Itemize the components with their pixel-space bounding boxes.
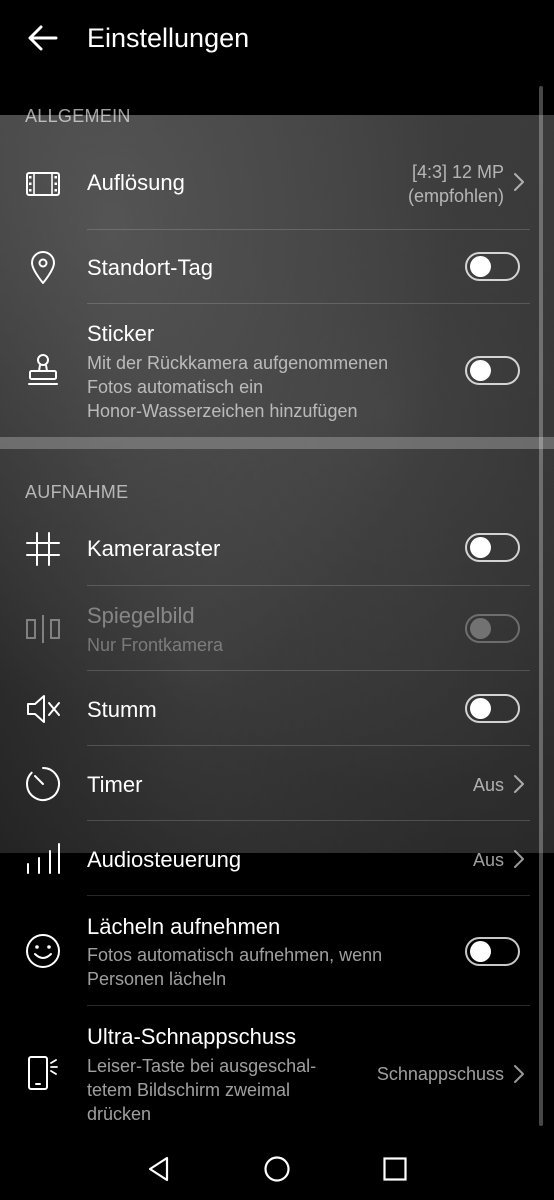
setting-label: Standort-Tag	[87, 255, 213, 280]
stamp-icon	[24, 351, 62, 389]
chevron-right-icon	[512, 1063, 526, 1085]
audio-bars-icon	[24, 840, 62, 878]
setting-label: Auflösung	[87, 170, 185, 195]
timer-icon	[24, 765, 62, 803]
location-tag-toggle[interactable]	[465, 252, 520, 281]
setting-description: Nur Frontkamera	[87, 635, 224, 655]
setting-label: Ultra-Schnappschuss	[87, 1024, 297, 1049]
location-pin-icon	[24, 248, 62, 286]
toggle-knob	[470, 360, 491, 381]
setting-sticker[interactable]: Sticker Mit der Rückkamera aufgenommenen…	[0, 304, 554, 436]
nav-recents-square-icon[interactable]	[380, 1154, 410, 1184]
back-arrow-icon[interactable]	[22, 18, 62, 58]
setting-description: Fotos automatisch aufnehmen, wenn	[87, 945, 383, 965]
setting-label: Timer	[87, 772, 143, 797]
sticker-toggle[interactable]	[465, 356, 520, 385]
mirror-icon	[24, 610, 62, 648]
top-app-bar: Einstellungen	[0, 0, 554, 78]
setting-label: Stumm	[87, 697, 157, 722]
timer-value: Aus	[472, 775, 504, 795]
toggle-knob	[470, 618, 491, 639]
mirror-toggle[interactable]	[465, 614, 520, 643]
camera-grid-toggle[interactable]	[465, 533, 520, 562]
setting-audio-control[interactable]: Audiosteuerung Aus	[0, 821, 554, 896]
scrollbar[interactable]	[539, 86, 543, 1126]
film-frame-icon	[24, 164, 62, 202]
audio-control-value: Aus	[472, 850, 504, 870]
toggle-knob	[470, 698, 491, 719]
ultra-snapshot-value: Schnappschuss	[376, 1064, 504, 1084]
setting-description: Leiser-Taste bei ausgeschal-	[87, 1056, 317, 1076]
setting-camera-grid[interactable]: Kameraraster	[0, 510, 554, 586]
smile-icon	[24, 932, 62, 970]
setting-ultra-snapshot[interactable]: Ultra-Schnappschuss Leiser-Taste bei aus…	[0, 1006, 554, 1136]
smile-capture-toggle[interactable]	[465, 937, 520, 966]
setting-description: tetem Bildschirm zweimal	[87, 1080, 291, 1100]
speaker-muted-icon	[24, 690, 62, 728]
section-header-general: ALLGEMEIN	[25, 106, 131, 126]
phone-snapshot-icon	[24, 1054, 62, 1092]
setting-description: drücken	[87, 1104, 152, 1124]
setting-description: Personen lächeln	[87, 969, 227, 989]
section-header-capture: AUFNAHME	[25, 482, 129, 502]
setting-label: Spiegelbild	[87, 603, 195, 628]
chevron-right-icon	[512, 773, 526, 795]
setting-description: Fotos automatisch ein	[87, 377, 264, 397]
setting-label: Audiosteuerung	[87, 847, 242, 872]
setting-label: Kameraraster	[87, 536, 221, 561]
setting-smile-capture[interactable]: Lächeln aufnehmen Fotos automatisch aufn…	[0, 896, 554, 1006]
setting-timer[interactable]: Timer Aus	[0, 746, 554, 821]
page-title: Einstellungen	[87, 23, 250, 53]
setting-description: Mit der Rückkamera aufgenommenen	[87, 353, 389, 373]
system-navigation-bar	[0, 1138, 554, 1200]
mute-toggle[interactable]	[465, 694, 520, 723]
setting-mirror[interactable]: Spiegelbild Nur Frontkamera	[0, 586, 554, 671]
chevron-right-icon	[512, 171, 526, 193]
setting-location-tag[interactable]: Standort-Tag	[0, 230, 554, 304]
resolution-value-line2: (empfohlen)	[407, 186, 504, 206]
toggle-knob	[470, 941, 491, 962]
setting-mute[interactable]: Stumm	[0, 671, 554, 746]
grid-icon	[24, 530, 62, 568]
toggle-knob	[470, 256, 491, 277]
nav-home-circle-icon[interactable]	[262, 1154, 292, 1184]
nav-back-triangle-icon[interactable]	[144, 1154, 174, 1184]
setting-resolution[interactable]: Auflösung [4:3] 12 MP (empfohlen)	[0, 140, 554, 228]
setting-description: Honor-Wasserzeichen hinzufügen	[87, 401, 358, 421]
setting-label: Sticker	[87, 321, 155, 346]
setting-label: Lächeln aufnehmen	[87, 914, 281, 939]
resolution-value-line1: [4:3] 12 MP	[411, 162, 504, 182]
chevron-right-icon	[512, 848, 526, 870]
toggle-knob	[470, 537, 491, 558]
